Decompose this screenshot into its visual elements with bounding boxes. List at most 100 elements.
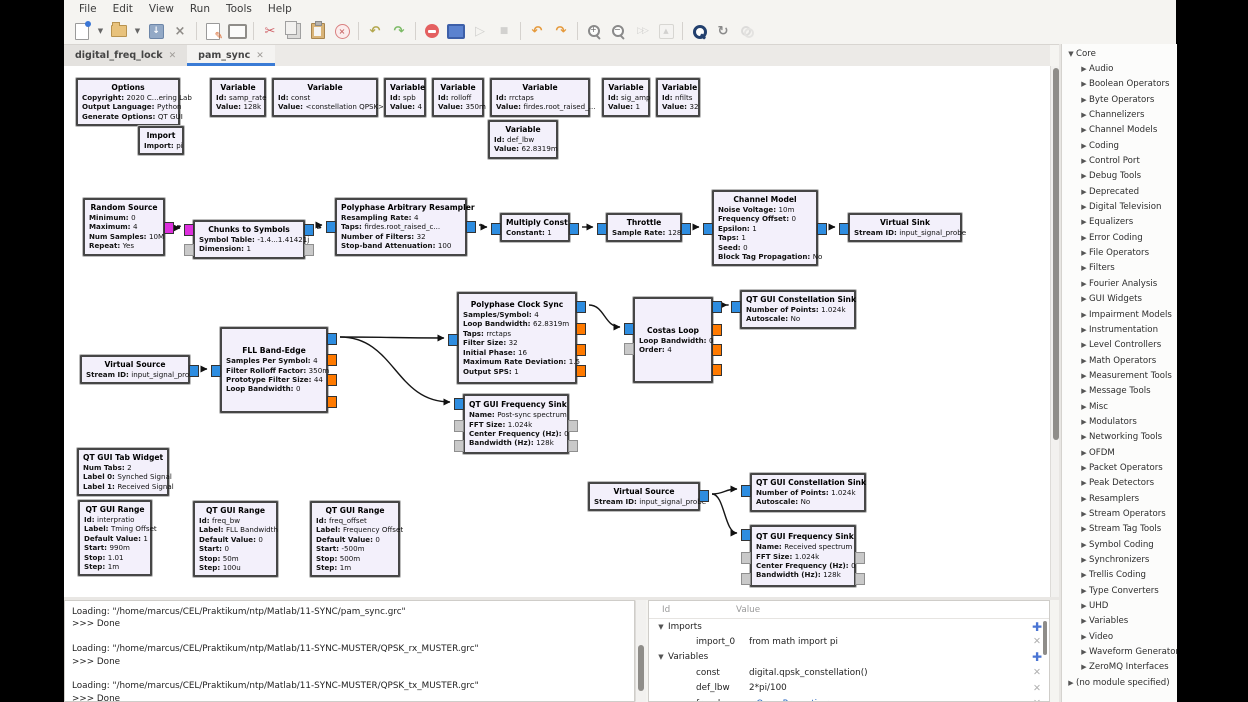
chevron-right-icon[interactable]: ▶ (1079, 464, 1089, 472)
float-port[interactable] (327, 354, 337, 366)
complex-port[interactable] (741, 485, 751, 497)
block-chunks[interactable]: Chunks to SymbolsSymbol Table: -1.4...1.… (193, 220, 305, 259)
msg-port[interactable] (624, 343, 634, 355)
generate-flowgraph-button[interactable] (444, 20, 468, 42)
chevron-right-icon[interactable]: ▶ (1079, 157, 1089, 165)
block-import_pi[interactable]: ImportImport: pi (138, 126, 184, 155)
find-block-button[interactable] (687, 20, 711, 42)
tab-pam_sync[interactable]: pam_sync✕ (187, 45, 275, 66)
delete-button[interactable]: × (330, 20, 354, 42)
block-fll[interactable]: FLL Band-EdgeSamples Per Symbol: 4Filter… (220, 327, 328, 413)
tree-item-peak-detectors[interactable]: ▶Peak Detectors (1062, 476, 1177, 491)
chevron-right-icon[interactable]: ▶ (1079, 587, 1089, 595)
tree-item-boolean-operators[interactable]: ▶Boolean Operators (1062, 77, 1177, 92)
chevron-right-icon[interactable]: ▶ (1079, 663, 1089, 671)
copy-button[interactable] (282, 20, 306, 42)
variable-row-def_lbw[interactable]: def_lbw2*pi/100✕ (649, 681, 1049, 696)
block-range_freq_bw[interactable]: QT GUI RangeId: freq_bwLabel: FLL Bandwi… (193, 501, 278, 577)
variable-row-const[interactable]: constdigital.qpsk_constellation()✕ (649, 665, 1049, 680)
new-flowgraph-dropdown[interactable]: ▼ (94, 20, 107, 42)
tree-item-file-operators[interactable]: ▶File Operators (1062, 245, 1177, 260)
tree-item-symbol-coding[interactable]: ▶Symbol Coding (1062, 537, 1177, 552)
block-multiply_const[interactable]: Multiply ConstConstant: 1 (500, 213, 570, 242)
tree-item-fourier-analysis[interactable]: ▶Fourier Analysis (1062, 276, 1177, 291)
tree-item-stream-operators[interactable]: ▶Stream Operators (1062, 506, 1177, 521)
tree-item-synchronizers[interactable]: ▶Synchronizers (1062, 552, 1177, 567)
complex-port[interactable] (624, 323, 634, 335)
chevron-right-icon[interactable]: ▶ (1079, 341, 1089, 349)
add-entry-button[interactable]: ✚ (1032, 621, 1042, 633)
tree-item-networking-tools[interactable]: ▶Networking Tools (1062, 430, 1177, 445)
chevron-right-icon[interactable]: ▶ (1079, 418, 1089, 426)
chevron-right-icon[interactable]: ▶ (1079, 541, 1089, 549)
rotate-ccw-button[interactable]: ↶ (525, 20, 549, 42)
connection[interactable] (479, 225, 487, 227)
variables-group-variables[interactable]: ▼Variables✚ (649, 650, 1049, 665)
chevron-right-icon[interactable]: ▶ (1079, 479, 1089, 487)
remove-entry-button[interactable]: ✕ (1033, 637, 1041, 647)
chevron-right-icon[interactable]: ▶ (1079, 387, 1089, 395)
tree-item-ofdm[interactable]: ▶OFDM (1062, 445, 1177, 460)
tree-item-equalizers[interactable]: ▶Equalizers (1062, 215, 1177, 230)
connection[interactable] (317, 225, 322, 228)
tree-item-filters[interactable]: ▶Filters (1062, 261, 1177, 276)
block-tab_widget[interactable]: QT GUI Tab WidgetNum Tabs: 2Label 0: Syn… (77, 448, 169, 496)
menu-tools[interactable]: Tools (219, 2, 259, 16)
complex-port[interactable] (454, 398, 464, 410)
tree-item-resamplers[interactable]: ▶Resamplers (1062, 491, 1177, 506)
chevron-right-icon[interactable]: ▶ (1079, 633, 1089, 641)
chevron-right-icon[interactable]: ▶ (1079, 525, 1089, 533)
screen-capture-button[interactable] (225, 20, 249, 42)
block-range_freq_offset[interactable]: QT GUI RangeId: freq_offsetLabel: Freque… (310, 501, 400, 577)
console-scrollbar[interactable] (635, 600, 646, 702)
tree-item-coding[interactable]: ▶Coding (1062, 138, 1177, 153)
block-var_def_lbw[interactable]: VariableId: def_lbwValue: 62.8319m (488, 120, 558, 159)
tree-item-trellis-coding[interactable]: ▶Trellis Coding (1062, 568, 1177, 583)
float-port[interactable] (712, 324, 722, 336)
open-flowgraph-dropdown[interactable]: ▼ (131, 20, 144, 42)
cut-button[interactable]: ✂ (258, 20, 282, 42)
block-var_rolloff[interactable]: VariableId: rolloffValue: 350m (432, 78, 484, 117)
block-const_sink1[interactable]: QT GUI Constellation SinkNumber of Point… (740, 290, 856, 329)
chevron-right-icon[interactable]: ▶ (1079, 142, 1089, 150)
connection[interactable] (340, 337, 444, 338)
menu-view[interactable]: View (142, 2, 181, 16)
tree-item-stream-tag-tools[interactable]: ▶Stream Tag Tools (1062, 522, 1177, 537)
msg-port[interactable] (568, 420, 578, 432)
connection[interactable] (589, 305, 620, 327)
tree-item-deprecated[interactable]: ▶Deprecated (1062, 184, 1177, 199)
chevron-right-icon[interactable]: ▶ (1079, 311, 1089, 319)
tree-item-error-coding[interactable]: ▶Error Coding (1062, 230, 1177, 245)
new-flowgraph-button[interactable] (70, 20, 94, 42)
msg-port[interactable] (855, 552, 865, 564)
block-throttle[interactable]: ThrottleSample Rate: 128k (606, 213, 682, 242)
connection[interactable] (712, 494, 737, 533)
complex-port[interactable] (712, 301, 722, 313)
complex-port[interactable] (189, 365, 199, 377)
remove-entry-button[interactable]: ✕ (1033, 668, 1041, 678)
keys-button[interactable] (735, 20, 759, 42)
flowgraph-canvas[interactable]: OptionsCopyright: 2020 C...ering LabOutp… (64, 66, 1050, 597)
complex-port[interactable] (466, 221, 476, 233)
complex-port[interactable] (731, 301, 741, 313)
connection[interactable] (712, 489, 737, 494)
chevron-right-icon[interactable]: ▶ (1079, 295, 1089, 303)
chevron-right-icon[interactable]: ▶ (1079, 249, 1089, 257)
block-var_nfilts[interactable]: VariableId: nfiltsValue: 32 (656, 78, 700, 117)
msg-port[interactable] (855, 573, 865, 585)
tree-item-impairment-models[interactable]: ▶Impairment Models (1062, 307, 1177, 322)
tree-item-waveform-generators[interactable]: ▶Waveform Generators (1062, 644, 1177, 659)
complex-port[interactable] (703, 223, 713, 235)
tree-item-channelizers[interactable]: ▶Channelizers (1062, 107, 1177, 122)
float-port[interactable] (576, 365, 586, 377)
remove-entry-button[interactable]: ✕ (1033, 684, 1041, 694)
chevron-right-icon[interactable]: ▶ (1079, 65, 1089, 73)
msg-port[interactable] (741, 552, 751, 564)
tree-item-type-converters[interactable]: ▶Type Converters (1062, 583, 1177, 598)
tab-close-icon[interactable]: ✕ (256, 51, 264, 61)
tree-item-video[interactable]: ▶Video (1062, 629, 1177, 644)
tree-item-misc[interactable]: ▶Misc (1062, 399, 1177, 414)
chevron-right-icon[interactable]: ▶ (1079, 510, 1089, 518)
chevron-right-icon[interactable]: ▶ (1079, 126, 1089, 134)
tree-item-zeromq-interfaces[interactable]: ▶ZeroMQ Interfaces (1062, 660, 1177, 675)
